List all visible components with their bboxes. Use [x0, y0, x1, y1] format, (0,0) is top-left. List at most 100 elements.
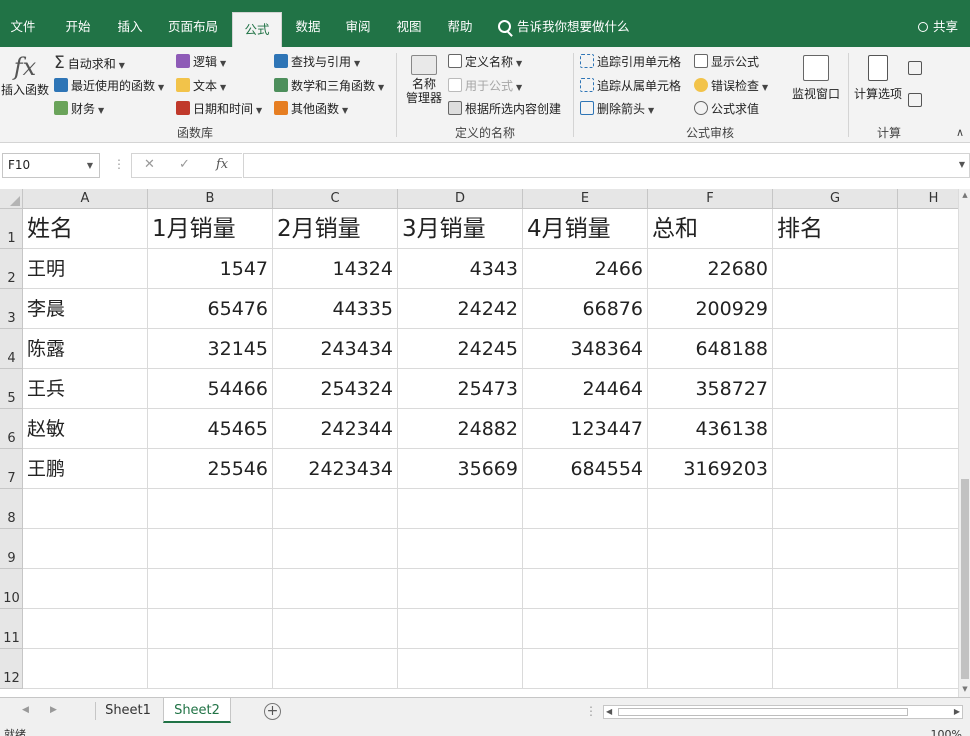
cell-a2[interactable]: 王明 — [23, 249, 148, 289]
cell-g7[interactable] — [773, 449, 898, 489]
cell-d9[interactable] — [398, 529, 523, 569]
trace-dependents-button[interactable]: 追踪从属单元格 — [580, 77, 681, 94]
more-functions-button[interactable]: 其他函数 ▼ — [274, 100, 348, 117]
vertical-scroll-thumb[interactable] — [961, 479, 969, 679]
more-options-icon[interactable]: ⋮ — [585, 704, 597, 718]
cell-c12[interactable] — [273, 649, 398, 689]
cell-d4[interactable]: 24245 — [398, 329, 523, 369]
worksheet-grid[interactable]: A B C D E F G H 1 姓名 1月销量 2月销量 3月销量 4月销量 总和 排名 2 王明 1547 14… — [0, 189, 970, 697]
cell-e7[interactable]: 684554 — [523, 449, 648, 489]
insert-function-icon[interactable]: fx — [216, 157, 228, 172]
tab-review[interactable]: 审阅 — [338, 6, 378, 47]
row-header-8[interactable]: 8 — [0, 489, 23, 529]
cell-g3[interactable] — [773, 289, 898, 329]
math-trig-button[interactable]: 数学和三角函数 ▼ — [274, 77, 384, 94]
cell-d2[interactable]: 4343 — [398, 249, 523, 289]
cell-d3[interactable]: 24242 — [398, 289, 523, 329]
cell-a7[interactable]: 王鹏 — [23, 449, 148, 489]
cell-c2[interactable]: 14324 — [273, 249, 398, 289]
cell-g8[interactable] — [773, 489, 898, 529]
cell-g4[interactable] — [773, 329, 898, 369]
cell-g6[interactable] — [773, 409, 898, 449]
tell-me-box[interactable]: 告诉我你想要做什么 — [498, 6, 630, 47]
cell-f12[interactable] — [648, 649, 773, 689]
cell-f10[interactable] — [648, 569, 773, 609]
cell-b9[interactable] — [148, 529, 273, 569]
cell-f11[interactable] — [648, 609, 773, 649]
cell-b6[interactable]: 45465 — [148, 409, 273, 449]
cell-g9[interactable] — [773, 529, 898, 569]
drag-handle-icon[interactable]: ⋮ — [113, 157, 125, 171]
cell-e11[interactable] — [523, 609, 648, 649]
cell-b8[interactable] — [148, 489, 273, 529]
cell-a10[interactable] — [23, 569, 148, 609]
cell-e2[interactable]: 2466 — [523, 249, 648, 289]
collapse-ribbon-icon[interactable]: ∧ — [956, 126, 964, 139]
cell-e1[interactable]: 4月销量 — [523, 209, 648, 249]
calculate-sheet-button[interactable] — [908, 93, 925, 108]
tab-insert[interactable]: 插入 — [106, 6, 154, 47]
cell-b7[interactable]: 25546 — [148, 449, 273, 489]
trace-precedents-button[interactable]: 追踪引用单元格 — [580, 53, 681, 70]
cell-f6[interactable]: 436138 — [648, 409, 773, 449]
cell-f8[interactable] — [648, 489, 773, 529]
formula-input[interactable]: ▼ — [243, 153, 970, 178]
cell-f2[interactable]: 22680 — [648, 249, 773, 289]
expand-formula-icon[interactable]: ▼ — [959, 160, 965, 169]
name-manager-button[interactable]: 名称 管理器 — [402, 55, 446, 105]
cell-e3[interactable]: 66876 — [523, 289, 648, 329]
lookup-reference-button[interactable]: 查找与引用 ▼ — [274, 53, 360, 70]
row-header-4[interactable]: 4 — [0, 329, 23, 369]
prev-sheet-icon[interactable]: ◀ — [22, 705, 29, 715]
cell-g2[interactable] — [773, 249, 898, 289]
cell-c7[interactable]: 2423434 — [273, 449, 398, 489]
cell-a9[interactable] — [23, 529, 148, 569]
watch-window-button[interactable]: 监视窗口 — [788, 55, 844, 102]
cell-a12[interactable] — [23, 649, 148, 689]
cell-g12[interactable] — [773, 649, 898, 689]
show-formulas-button[interactable]: 显示公式 — [694, 53, 759, 70]
row-header-11[interactable]: 11 — [0, 609, 23, 649]
financial-button[interactable]: 财务 ▼ — [54, 100, 104, 117]
cell-b11[interactable] — [148, 609, 273, 649]
cell-d10[interactable] — [398, 569, 523, 609]
cell-b3[interactable]: 65476 — [148, 289, 273, 329]
logical-button[interactable]: 逻辑 ▼ — [176, 53, 226, 70]
share-button[interactable]: 共享 — [917, 6, 958, 47]
zoom-level[interactable]: 100% — [931, 726, 962, 736]
calc-options-button[interactable]: 计算选项 — [852, 55, 904, 102]
cell-e6[interactable]: 123447 — [523, 409, 648, 449]
column-header-a[interactable]: A — [23, 189, 148, 209]
cancel-icon[interactable]: ✕ — [144, 157, 155, 172]
autosum-button[interactable]: Σ 自动求和 ▼ — [54, 53, 125, 73]
create-from-selection-button[interactable]: 根据所选内容创建 — [448, 100, 561, 117]
error-checking-button[interactable]: 错误检查 ▼ — [694, 77, 768, 94]
name-box[interactable]: F10 ▼ — [2, 153, 100, 178]
cell-c6[interactable]: 242344 — [273, 409, 398, 449]
add-sheet-button[interactable]: + — [264, 703, 281, 720]
cell-d6[interactable]: 24882 — [398, 409, 523, 449]
scroll-up-icon[interactable]: ▲ — [960, 191, 970, 201]
tab-file[interactable]: 文件 — [0, 6, 46, 47]
cell-b5[interactable]: 54466 — [148, 369, 273, 409]
define-name-button[interactable]: 定义名称 ▼ — [448, 53, 522, 70]
remove-arrows-button[interactable]: 删除箭头 ▼ — [580, 100, 654, 117]
cell-c10[interactable] — [273, 569, 398, 609]
cell-g11[interactable] — [773, 609, 898, 649]
tab-home[interactable]: 开始 — [52, 6, 104, 47]
horizontal-scrollbar[interactable]: ◀ ▶ — [603, 705, 963, 719]
row-header-5[interactable]: 5 — [0, 369, 23, 409]
cell-d5[interactable]: 25473 — [398, 369, 523, 409]
cell-c4[interactable]: 243434 — [273, 329, 398, 369]
cell-f1[interactable]: 总和 — [648, 209, 773, 249]
cell-b1[interactable]: 1月销量 — [148, 209, 273, 249]
recently-used-button[interactable]: 最近使用的函数 ▼ — [54, 77, 164, 94]
column-header-e[interactable]: E — [523, 189, 648, 209]
cell-e8[interactable] — [523, 489, 648, 529]
cell-e5[interactable]: 24464 — [523, 369, 648, 409]
tab-view[interactable]: 视图 — [390, 6, 428, 47]
cell-g1[interactable]: 排名 — [773, 209, 898, 249]
sheet-tab-sheet1[interactable]: Sheet1 — [100, 698, 156, 723]
cell-a5[interactable]: 王兵 — [23, 369, 148, 409]
cell-d11[interactable] — [398, 609, 523, 649]
